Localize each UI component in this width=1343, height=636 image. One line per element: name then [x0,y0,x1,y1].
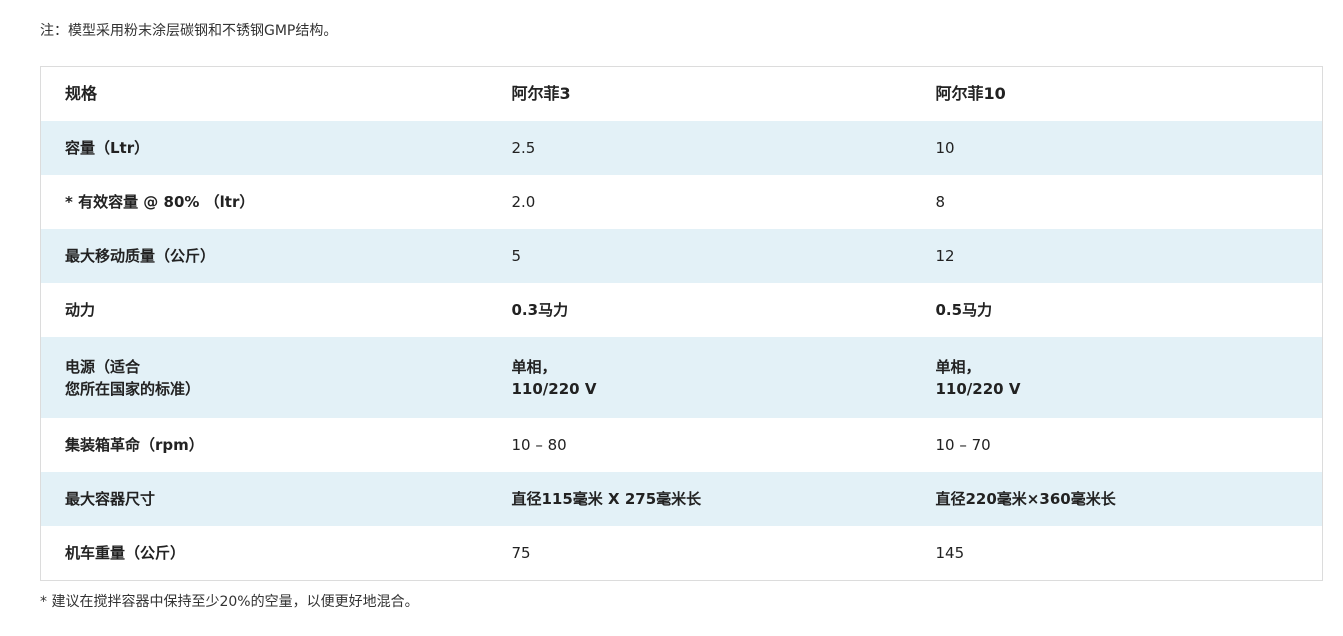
cell-alfie10: 10 – 70 [935,436,991,454]
cell-alfie3: 75 [511,544,531,562]
table-header-row: 规格 阿尔菲3 阿尔菲10 [41,67,1323,122]
table-row: 集装箱革命（rpm） 10 – 80 10 – 70 [41,418,1323,472]
row-label: 最大移动质量（公斤） [40,229,488,283]
cell-alfie10: 12 [911,229,1323,283]
table-row: 机车重量（公斤） 75 145 [41,526,1323,581]
table-row: * 有效容量 @ 80% （ltr） 2.0 8 [41,175,1323,229]
table-row: 容量（Ltr） 2.5 10 [40,121,1323,175]
cell-alfie3: 0.3马力 [511,301,569,319]
header-spec: 规格 [65,84,98,103]
cell-alfie3: 2.5 [487,121,912,175]
table-row: 最大容器尺寸 直径115毫米 X 275毫米长 直径220毫米×360毫米长 [40,472,1323,526]
row-label: 动力 [65,301,96,319]
table-row: 动力 0.3马力 0.5马力 [41,283,1323,337]
row-label: 机车重量（公斤） [65,544,186,562]
spec-table: 规格 阿尔菲3 阿尔菲10 容量（Ltr） 2.5 10 * 有效容量 @ 80… [40,66,1323,581]
top-note: 注：模型采用粉末涂层碳钢和不锈钢GMP结构。 [40,23,338,39]
table-row: 最大移动质量（公斤） 5 12 [40,229,1323,283]
row-label: 电源（适合 您所在国家的标准） [40,337,488,418]
cell-alfie3: 5 [487,229,912,283]
row-label: 最大容器尺寸 [40,472,488,526]
table-row: 电源（适合 您所在国家的标准） 单相， 110/220 V 单相， 110/22… [40,337,1323,418]
cell-alfie10: 单相， 110/220 V [911,337,1323,418]
cell-alfie3: 直径115毫米 X 275毫米长 [487,472,912,526]
cell-alfie10: 145 [935,544,965,562]
cell-alfie10: 直径220毫米×360毫米长 [911,472,1323,526]
cell-alfie10: 0.5马力 [935,301,993,319]
header-alfie10: 阿尔菲10 [935,84,1006,103]
row-label: * 有效容量 @ 80% （ltr） [65,193,255,211]
cell-alfie3: 单相， 110/220 V [487,337,912,418]
row-label: 容量（Ltr） [40,121,488,175]
cell-alfie10: 10 [911,121,1323,175]
cell-alfie3: 10 – 80 [511,436,567,454]
cell-alfie10: 8 [935,193,946,211]
cell-alfie3: 2.0 [511,193,536,211]
bottom-note: * 建议在搅拌容器中保持至少20%的空量，以便更好地混合。 [40,594,419,610]
row-label: 集装箱革命（rpm） [65,436,204,454]
header-alfie3: 阿尔菲3 [511,84,571,103]
